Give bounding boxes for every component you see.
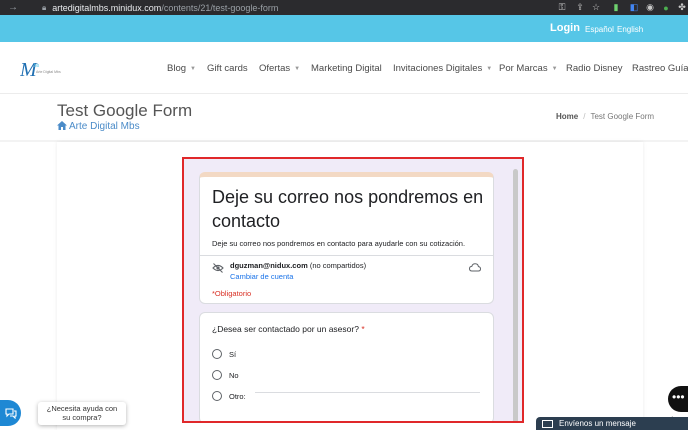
page-subtitle[interactable]: Arte Digital Mbs xyxy=(57,121,140,132)
extension-green-icon[interactable]: ● xyxy=(660,2,672,13)
form-title: Deje su correo nos pondremos en contacto xyxy=(212,187,484,231)
nav-invitaciones[interactable]: Invitaciones Digitales ▼ xyxy=(393,63,492,74)
switch-account-link[interactable]: Cambiar de cuenta xyxy=(230,272,293,281)
cloud-icon xyxy=(469,263,481,272)
nav-ofertas[interactable]: Ofertas ▼ xyxy=(259,63,300,74)
chat-message-label: Envíenos un mensaje xyxy=(559,419,636,428)
form-scrollbar[interactable] xyxy=(513,169,518,421)
chat-tooltip[interactable]: ¿Necesita ayuda con su compra? xyxy=(38,402,126,425)
google-form-embed[interactable]: Deje su correo nos pondremos en contacto… xyxy=(182,157,524,423)
svg-text:bs: bs xyxy=(34,63,40,69)
form-divider xyxy=(200,255,493,256)
breadcrumb: Home / Test Google Form xyxy=(556,112,654,121)
radio-button[interactable] xyxy=(212,370,222,380)
browser-address-bar: → 🔒︎ artedigitalmbs.minidux.com /content… xyxy=(0,0,688,15)
form-description: Deje su correo nos pondremos en contacto… xyxy=(212,239,466,248)
site-logo[interactable]: M bs Arte Digital Mbs xyxy=(20,58,66,80)
radio-button[interactable] xyxy=(212,349,222,359)
key-icon[interactable]: ⚿ xyxy=(556,2,568,13)
url-field[interactable]: 🔒︎ artedigitalmbs.minidux.com /contents/… xyxy=(26,1,546,14)
chat-icon xyxy=(4,408,17,419)
breadcrumb-home[interactable]: Home xyxy=(556,112,578,121)
option-otro[interactable]: Otro: xyxy=(212,391,246,401)
chat-tooltip-line1: ¿Necesita ayuda con xyxy=(46,404,118,413)
eye-off-icon xyxy=(212,263,224,273)
lang-es-link[interactable]: Español xyxy=(585,25,614,34)
required-note: *Obligatorio xyxy=(212,289,252,298)
forward-arrow-icon[interactable]: → xyxy=(8,2,20,13)
share-icon[interactable]: ⇪ xyxy=(574,2,586,13)
svg-text:Arte Digital Mbs: Arte Digital Mbs xyxy=(36,70,61,74)
top-strip: Login Español English xyxy=(0,15,688,42)
chat-message-bar[interactable]: Envíenos un mensaje xyxy=(536,417,688,430)
profile-icon[interactable]: ◉ xyxy=(644,2,656,13)
radio-button[interactable] xyxy=(212,391,222,401)
question-card: ¿Desea ser contactado por un asesor? * S… xyxy=(199,312,494,421)
chat-launcher[interactable] xyxy=(0,400,21,426)
question-text: ¿Desea ser contactado por un asesor? * xyxy=(212,324,365,334)
nav-marketing-digital[interactable]: Marketing Digital xyxy=(311,63,382,74)
puzzle-icon[interactable]: ✤ xyxy=(676,2,688,13)
url-path: /contents/21/test-google-form xyxy=(161,2,279,13)
nav-por-marcas[interactable]: Por Marcas ▼ xyxy=(499,63,558,74)
chat-tooltip-line2: su compra? xyxy=(62,413,102,422)
home-icon xyxy=(57,121,67,130)
extension-icon[interactable]: ▮ xyxy=(610,2,622,13)
url-host: artedigitalmbs.minidux.com xyxy=(52,2,162,13)
page-title: Test Google Form xyxy=(57,101,193,120)
envelope-icon xyxy=(542,419,553,428)
translate-icon[interactable]: ◧ xyxy=(628,2,640,13)
nav-radio-disney[interactable]: Radio Disney xyxy=(566,63,623,74)
nav-gift-cards[interactable]: Gift cards xyxy=(207,63,248,74)
nav-blog[interactable]: Blog ▼ xyxy=(167,63,196,74)
lang-en-link[interactable]: English xyxy=(617,25,643,34)
form-header-card: Deje su correo nos pondremos en contacto… xyxy=(199,172,494,304)
nav-rastreo-guias[interactable]: Rastreo Guías xyxy=(632,63,688,74)
star-icon[interactable]: ☆ xyxy=(590,2,602,13)
account-email: dguzman@nidux.com (no compartidos) xyxy=(230,261,367,270)
lock-icon: 🔒︎ xyxy=(42,2,47,12)
option-no[interactable]: No xyxy=(212,370,239,380)
option-si[interactable]: Sí xyxy=(212,349,236,359)
more-options-button[interactable]: ••• xyxy=(668,386,688,412)
login-link[interactable]: Login xyxy=(550,22,580,34)
main-nav: M bs Arte Digital Mbs Blog ▼ Gift cards O… xyxy=(0,42,688,94)
other-input[interactable] xyxy=(255,392,480,393)
breadcrumb-separator: / xyxy=(583,112,586,121)
breadcrumb-current: Test Google Form xyxy=(590,112,655,121)
